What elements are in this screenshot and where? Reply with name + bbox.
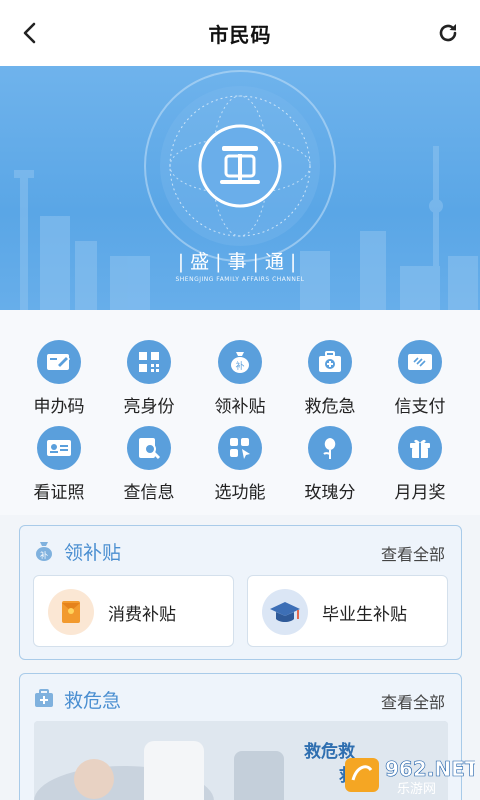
money-bag-icon: 补	[218, 340, 262, 384]
svg-text:乐游网: 乐游网	[397, 782, 436, 796]
service-label: 玫瑰分	[304, 483, 356, 503]
money-bag-icon: 补	[36, 542, 52, 561]
card-header: 救危急 查看全部	[20, 674, 461, 724]
service-emergency[interactable]: 救危急	[285, 340, 375, 420]
service-label: 申办码	[33, 397, 85, 417]
search-doc-icon	[127, 426, 171, 470]
service-apply-code[interactable]: 申办码	[14, 340, 104, 420]
service-show-identity[interactable]: 亮身份	[104, 340, 194, 420]
page-title: 市民码	[208, 22, 272, 47]
subsidy-label: 消费补贴	[108, 605, 176, 625]
red-envelope-icon	[48, 589, 94, 635]
chevron-left-icon	[23, 22, 36, 44]
card-title: 领补贴	[64, 542, 122, 564]
service-credit-pay[interactable]: 信支付	[375, 340, 465, 420]
service-grid: 申办码 亮身份 补 领补贴 救危急 信支付 看证照 查信息 选功能 玫瑰分 月月…	[0, 310, 480, 515]
card-header: 补 领补贴 查看全部	[20, 526, 461, 576]
svg-text:补: 补	[40, 550, 48, 560]
back-button[interactable]	[14, 17, 46, 49]
banner-brand: |盛|事|通| SHENGJING FAMILY AFFAIRS CHANNEL	[160, 247, 320, 283]
brand-name: |盛|事|通|	[177, 251, 303, 273]
graduation-cap-icon	[262, 589, 308, 635]
service-subsidy[interactable]: 补 领补贴	[195, 340, 285, 420]
service-label: 看证照	[33, 483, 85, 503]
hero-banner: |盛|事|通| SHENGJING FAMILY AFFAIRS CHANNEL	[0, 66, 480, 310]
brand-tagline: SHENGJING FAMILY AFFAIRS CHANNEL	[175, 276, 305, 283]
site-watermark-logo: 962.NET 乐游网	[345, 757, 475, 796]
subsidy-card: 补 领补贴 查看全部 消费补贴 毕业生补贴	[19, 525, 462, 660]
refresh-icon	[439, 24, 457, 42]
refresh-button[interactable]	[434, 19, 462, 47]
first-aid-kit-icon	[35, 689, 53, 707]
service-select-function[interactable]: 选功能	[195, 426, 285, 506]
service-label: 选功能	[214, 483, 266, 503]
qrcode-icon	[127, 340, 171, 384]
svg-text:962.NET: 962.NET	[385, 757, 475, 781]
top-bar: 市民码	[0, 0, 480, 66]
gift-icon	[398, 426, 442, 470]
service-label: 月月奖	[394, 483, 446, 503]
service-label: 亮身份	[123, 397, 175, 417]
grid-apps-icon	[218, 426, 262, 470]
svg-text:补: 补	[235, 360, 244, 372]
service-monthly-reward[interactable]: 月月奖	[375, 426, 465, 506]
rose-icon	[308, 426, 352, 470]
credit-card-icon	[398, 340, 442, 384]
service-view-certificates[interactable]: 看证照	[14, 426, 104, 506]
id-card-icon	[37, 426, 81, 470]
subsidy-label: 毕业生补贴	[322, 605, 407, 625]
view-all-link[interactable]: 查看全部	[381, 689, 445, 713]
service-label: 救危急	[304, 397, 356, 417]
service-label: 领补贴	[214, 397, 266, 417]
service-rose-score[interactable]: 玫瑰分	[285, 426, 375, 506]
service-label: 查信息	[123, 483, 175, 503]
card-title: 救危急	[64, 690, 122, 712]
service-check-info[interactable]: 查信息	[104, 426, 194, 506]
service-label: 信支付	[394, 397, 446, 417]
card-edit-icon	[37, 340, 81, 384]
graduate-subsidy-button[interactable]: 毕业生补贴	[247, 575, 448, 647]
consumption-subsidy-button[interactable]: 消费补贴	[33, 575, 234, 647]
view-all-link[interactable]: 查看全部	[381, 541, 445, 565]
first-aid-kit-icon	[308, 340, 352, 384]
